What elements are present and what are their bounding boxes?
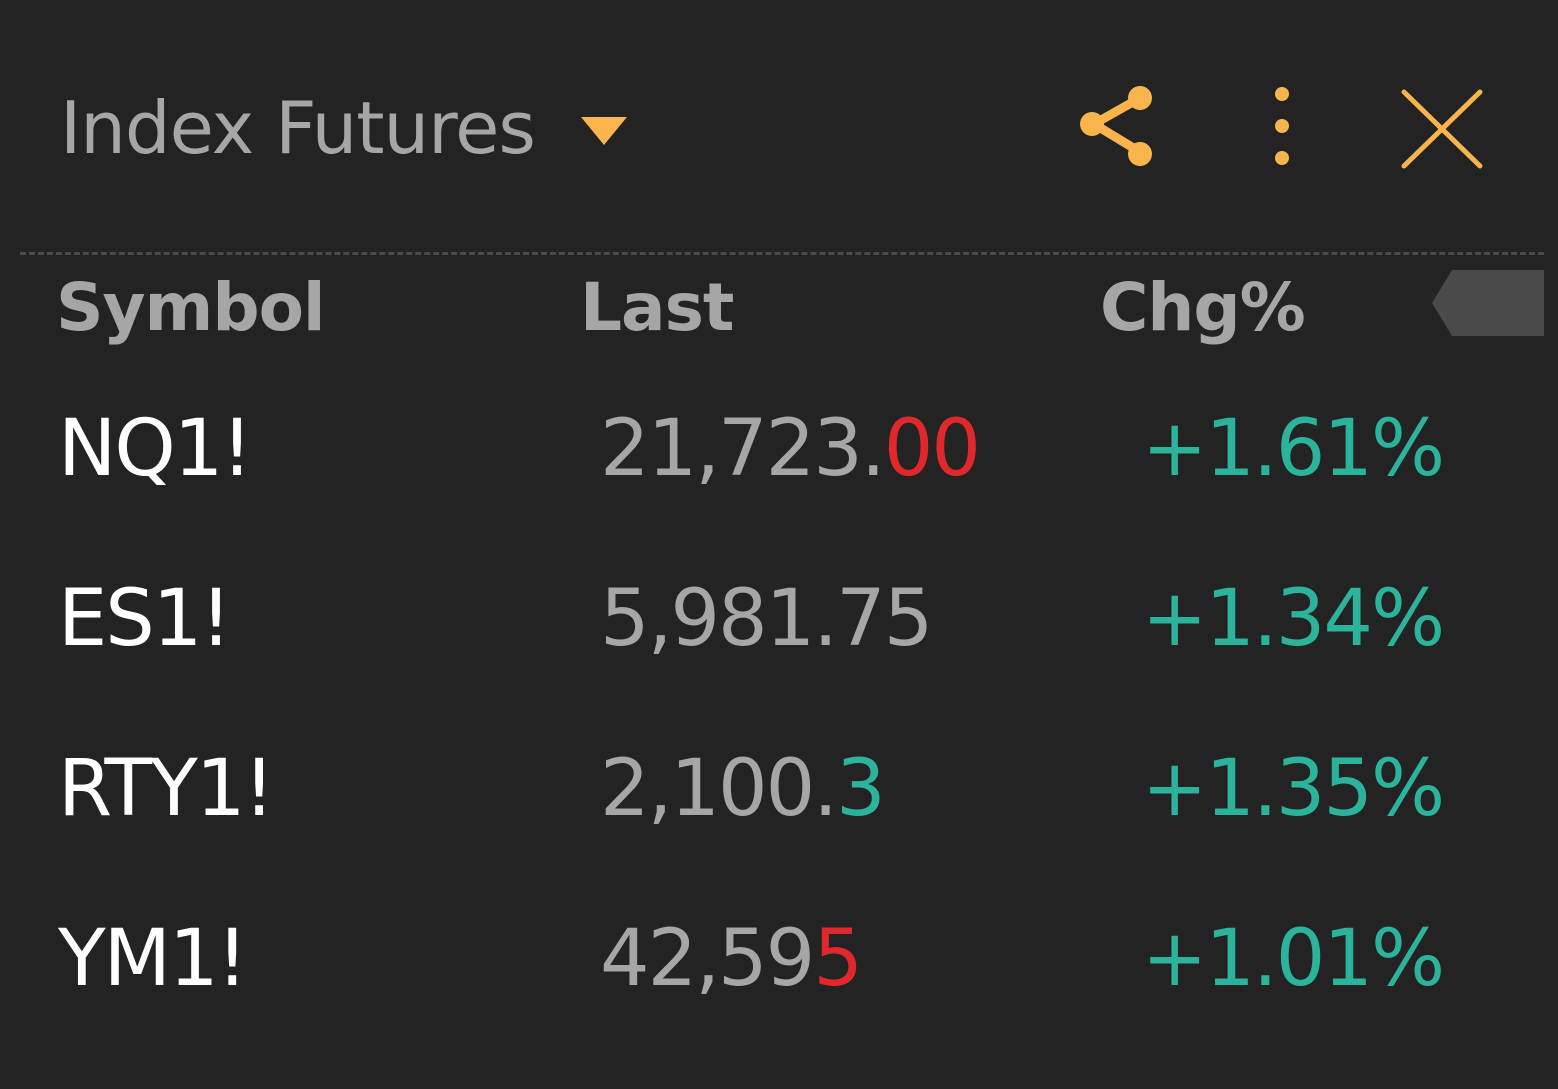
row-last: 21,723.00 [600, 404, 981, 494]
row-last: 2,100.3 [600, 744, 886, 834]
last-base: 5,981.75 [600, 574, 933, 664]
last-base: 42,59 [600, 914, 815, 1004]
column-header-symbol[interactable]: Symbol [56, 270, 326, 346]
row-symbol: YM1! [58, 914, 248, 1004]
widget-header: Index Futures [0, 0, 1558, 250]
table-row[interactable]: ES1! 5,981.75 +1.34% [0, 574, 1558, 724]
more-vertical-icon[interactable] [1262, 82, 1302, 168]
last-base: 2,100. [600, 744, 838, 834]
row-symbol: ES1! [58, 574, 232, 664]
table-row[interactable]: NQ1! 21,723.00 +1.61% [0, 404, 1558, 554]
share-icon[interactable] [1076, 82, 1160, 168]
triangle-down-icon [580, 117, 627, 145]
row-symbol: NQ1! [58, 404, 253, 494]
row-symbol: RTY1! [58, 744, 275, 834]
widget-title: Index Futures [60, 86, 536, 170]
row-chg: +1.61% [1142, 404, 1445, 494]
row-last: 5,981.75 [600, 574, 933, 664]
last-highlight: 5 [813, 914, 863, 1004]
table-row[interactable]: RTY1! 2,100.3 +1.35% [0, 744, 1558, 894]
last-highlight: 00 [883, 404, 981, 494]
row-chg: +1.34% [1142, 574, 1445, 664]
list-selector[interactable]: Index Futures [60, 84, 627, 172]
row-last: 42,595 [600, 914, 863, 1004]
last-base: 21,723. [600, 404, 886, 494]
last-highlight: 3 [836, 744, 886, 834]
row-chg: +1.01% [1142, 914, 1445, 1004]
collapse-tab-icon[interactable] [1432, 270, 1544, 336]
table-row[interactable]: YM1! 42,595 +1.01% [0, 914, 1558, 1064]
index-futures-widget: Index Futures Symbol Last Chg% NQ1! 21,7… [0, 0, 1558, 1089]
column-header-last[interactable]: Last [580, 270, 734, 346]
column-header-chg[interactable]: Chg% [1100, 270, 1306, 346]
close-icon[interactable] [1398, 86, 1486, 172]
row-chg: +1.35% [1142, 744, 1445, 834]
header-divider [20, 252, 1544, 255]
